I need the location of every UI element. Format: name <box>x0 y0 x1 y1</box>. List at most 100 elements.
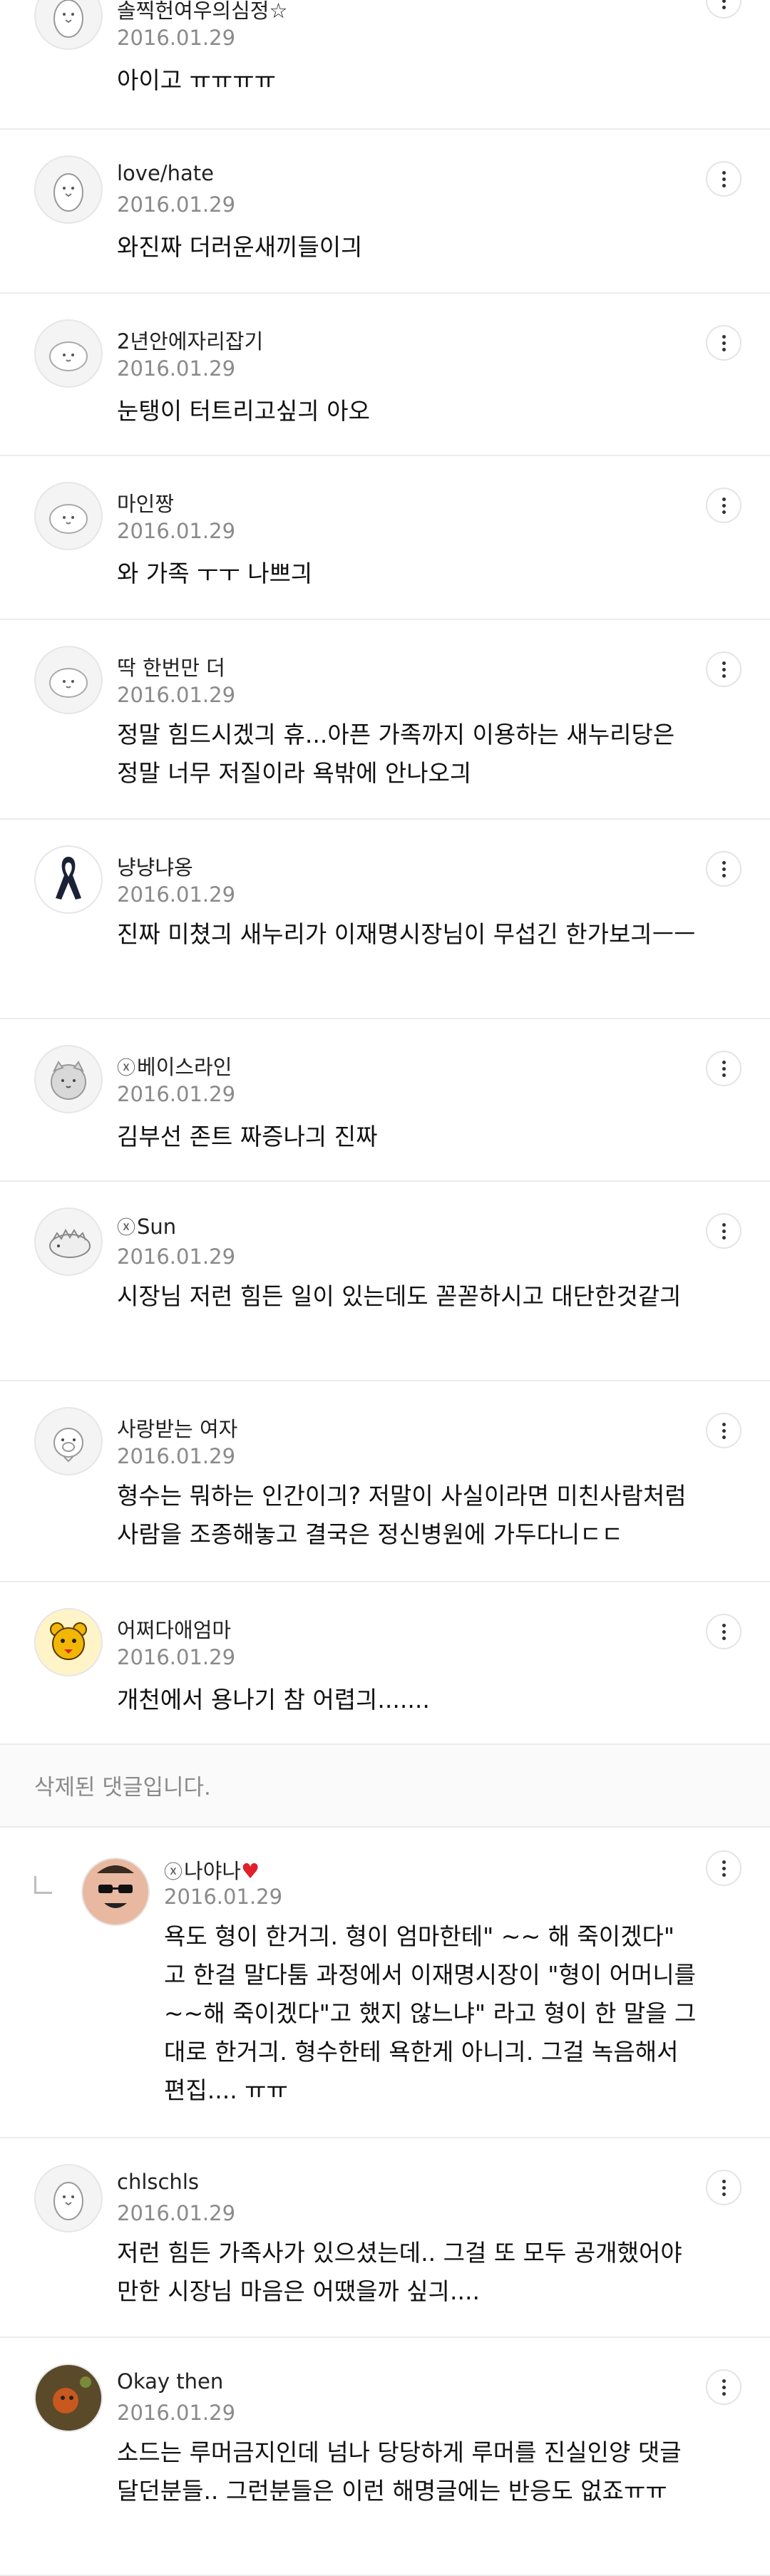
comment-date: 2016.01.29 <box>117 1444 236 1468</box>
more-options-button[interactable] <box>706 161 741 197</box>
comment-text: 아이고 ㅠㅠㅠㅠ <box>117 66 277 94</box>
dot-icon <box>722 510 726 514</box>
avatar[interactable] <box>34 0 103 50</box>
comment-item: 마인짱 2016.01.29 와 가족 ㅜㅜ 나쁘긔 <box>0 456 770 620</box>
more-options-button[interactable] <box>706 488 741 523</box>
dot-icon <box>722 674 726 678</box>
comment-item: ⓧ베이스라인 2016.01.29 김부선 존트 짜증나긔 진짜 <box>0 1019 770 1182</box>
dot-icon <box>722 867 726 871</box>
comment-date: 2016.01.29 <box>117 882 236 907</box>
more-options-button[interactable] <box>706 1051 741 1086</box>
comment-text: 소드는 루머금지인데 넘나 당당하게 루머를 진실인양 댓글달던분들.. 그런분… <box>117 2438 682 2505</box>
comment-date: 2016.01.29 <box>117 2401 236 2425</box>
dot-icon <box>722 334 726 339</box>
comment-author[interactable]: ⓧ나야나♥ <box>164 1855 260 1885</box>
more-options-button[interactable] <box>706 1850 741 1886</box>
comment-item: 딱 한번만 더 2016.01.29 정말 힘드시겠긔 휴...아픈 가족까지 … <box>0 620 770 820</box>
comment-item: 사랑받는 여자 2016.01.29 형수는 뭐하는 인간이긔? 저말이 사실이… <box>0 1381 770 1582</box>
comment-text: 형수는 뭐하는 인간이긔? 저말이 사실이라면 미친사람처럼 사람을 조종해놓고… <box>117 1482 687 1548</box>
comment-item: chlschls 2016.01.29 저런 힘든 가족사가 있으셨는데.. 그… <box>0 2138 770 2338</box>
x-badge-icon: ⓧ <box>164 1862 183 1883</box>
avatar[interactable] <box>34 1608 103 1676</box>
dot-icon <box>722 2179 726 2183</box>
more-options-button[interactable] <box>706 1213 741 1249</box>
avatar[interactable] <box>34 319 103 388</box>
bear-icon <box>50 1622 87 1660</box>
dot-icon <box>722 1073 726 1077</box>
dot-icon <box>722 1060 726 1064</box>
deleted-comment-text: 삭제된 댓글입니다. <box>34 1775 211 1800</box>
comment-author[interactable]: Okay then <box>117 2369 223 2394</box>
comment-author[interactable]: 마인짱 <box>117 488 174 517</box>
dot-icon <box>722 2391 726 2396</box>
dot-icon <box>722 2379 726 2383</box>
comment-text: 저런 힘든 가족사가 있으셨는데.. 그걸 또 모두 공개했어야만한 시장님 마… <box>117 2239 682 2305</box>
avatar[interactable] <box>34 2364 103 2432</box>
avatar[interactable] <box>34 482 103 550</box>
dot-icon <box>722 1435 726 1439</box>
avatar[interactable] <box>34 2164 103 2232</box>
comment-date: 2016.01.29 <box>117 26 236 50</box>
comment-text: 정말 힘드시겠긔 휴...아픈 가족까지 이용하는 새누리당은 정말 너무 저질… <box>117 721 675 787</box>
comment-text: 욕도 형이 한거긔. 형이 엄마한테" ~~ 해 죽이겠다" 고 한걸 말다툼 … <box>164 1922 697 2104</box>
dot-icon <box>722 1636 726 1640</box>
comment-author[interactable]: ⓧ베이스라인 <box>117 1051 232 1081</box>
more-options-button[interactable] <box>706 0 741 19</box>
x-badge-icon: ⓧ <box>117 1217 136 1239</box>
ghost-bird-icon <box>53 0 83 38</box>
blob-icon <box>49 504 88 534</box>
avatar[interactable] <box>81 1858 150 1926</box>
comment-date: 2016.01.29 <box>117 1245 236 1269</box>
dot-icon <box>722 170 726 175</box>
more-options-button[interactable] <box>706 651 741 687</box>
more-options-button[interactable] <box>706 325 741 361</box>
avatar[interactable] <box>34 646 103 714</box>
avatar[interactable] <box>34 1207 103 1276</box>
comment-date: 2016.01.29 <box>117 683 236 707</box>
comment-author[interactable]: 냥냥냐옹 <box>117 851 193 881</box>
comment-author[interactable]: love/hate <box>117 161 214 185</box>
x-badge-icon: ⓧ <box>117 1058 136 1079</box>
more-options-button[interactable] <box>706 1413 741 1448</box>
comment-date: 2016.01.29 <box>117 1645 236 1669</box>
avatar[interactable] <box>34 845 103 914</box>
dot-icon <box>722 497 726 501</box>
comment-item: love/hate 2016.01.29 와진짜 더러운새끼들이긔 <box>0 130 770 294</box>
cat-icon <box>51 1061 86 1100</box>
comment-list: 솔찍헌여우의심정☆ 2016.01.29 아이고 ㅠㅠㅠㅠ love/hate … <box>0 0 770 2576</box>
dot-icon <box>722 1872 726 1877</box>
comment-text: 개천에서 용나기 참 어렵긔....... <box>117 1686 430 1714</box>
comment-author[interactable]: 딱 한번만 더 <box>117 651 225 681</box>
avatar[interactable] <box>34 1045 103 1113</box>
comment-item: 2년안에자리잡기 2016.01.29 눈탱이 터트리고싶긔 아오 <box>0 294 770 456</box>
comment-author[interactable]: 솔찍헌여우의심정☆ <box>117 0 287 24</box>
comment-item: 어쩌다애엄마 2016.01.29 개천에서 용나기 참 어렵긔....... <box>0 1582 770 1745</box>
comment-author[interactable]: 2년안에자리잡기 <box>117 325 263 355</box>
comment-item: ⓧSun 2016.01.29 시장님 저런 힘든 일이 있는데도 꼳꼳하시고 … <box>0 1182 770 1381</box>
dot-icon <box>722 661 726 665</box>
comment-author[interactable]: 사랑받는 여자 <box>117 1413 237 1443</box>
dot-icon <box>722 873 726 877</box>
avatar[interactable] <box>34 155 103 224</box>
dot-icon <box>722 667 726 671</box>
dot-icon <box>722 347 726 351</box>
more-options-button[interactable] <box>706 2170 741 2205</box>
comment-item: Okay then 2016.01.29 소드는 루머금지인데 넘나 당당하게 … <box>0 2338 770 2576</box>
photo-icon <box>36 2365 101 2431</box>
more-options-button[interactable] <box>706 2369 741 2405</box>
dot-icon <box>722 341 726 345</box>
avatar[interactable] <box>34 1407 103 1475</box>
comment-date: 2016.01.29 <box>164 1885 283 1909</box>
comment-author[interactable]: ⓧSun <box>117 1213 176 1240</box>
comment-author[interactable]: 어쩌다애엄마 <box>117 1614 231 1644</box>
ribbon-icon <box>56 857 81 900</box>
dot-icon <box>722 1866 726 1870</box>
more-options-button[interactable] <box>706 851 741 887</box>
dot-icon <box>722 1860 726 1864</box>
dot-icon <box>722 1629 726 1634</box>
more-options-button[interactable] <box>706 1614 741 1649</box>
comment-author[interactable]: chlschls <box>117 2170 199 2194</box>
dot-icon <box>722 5 726 9</box>
ghost-bird-icon <box>53 2182 83 2220</box>
blob-icon <box>49 668 88 698</box>
